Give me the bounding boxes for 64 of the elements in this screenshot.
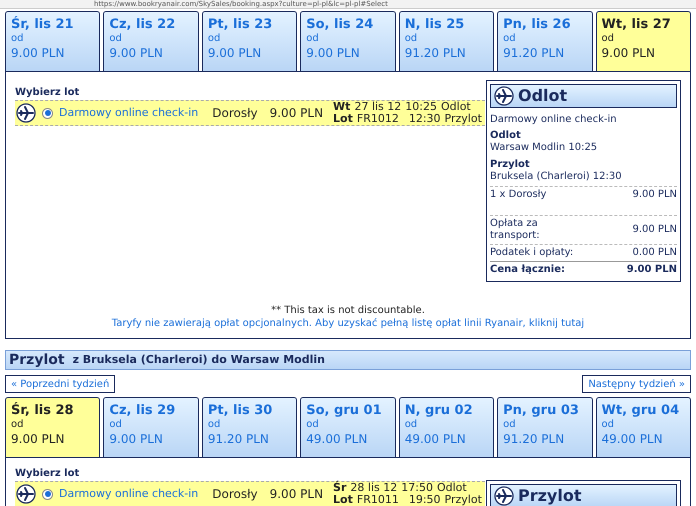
flight-date: 28 lis 12 [350,482,398,494]
date-tab[interactable]: Pt, lis 30 od 91.20 PLN [202,397,298,457]
arrival-info: Bruksela (Charleroi) 12:30 [490,171,623,183]
date-tab[interactable]: So, lis 24 od 9.00 PLN [300,11,396,71]
price-value: 9.00 PLN [632,224,677,236]
fare-price: 9.00 PLN [270,105,324,122]
flight-row[interactable]: Darmowy online check-in Dorosły 9.00 PLN Wt 27 lis 12 10:25 Odlot Lot FR1012 12:30 Przylot [15,100,485,126]
fare-name: Darmowy online check-in [59,104,198,121]
select-flight-label: Wybierz lot [15,467,80,481]
date-tab[interactable]: Cz, lis 22 od 9.00 PLN [103,11,199,71]
price-value: 9.00 PLN [626,264,677,276]
date-tab[interactable]: Pt, lis 23 od 9.00 PLN [202,11,298,71]
summary-fare: Darmowy online check-in [490,114,618,126]
arrival-heading: Przylot [490,159,531,171]
section-title: Przylot [9,350,65,370]
departure-info: Warsaw Modlin 10:25 [490,142,598,154]
summary-title: Odlot [518,90,568,102]
flight-row[interactable]: Darmowy online check-in Dorosły 9.00 PLN Śr 28 lis 12 17:50 Odlot Lot FR1011 19:50 Przylot [15,481,485,506]
date-tab[interactable]: So, gru 01 od 49.00 PLN [300,397,396,457]
day-label: Śr [333,482,346,494]
departure-time: 10:25 [405,101,437,113]
arrival-time: 12:30 [408,113,441,125]
price-label: Opłata za transport: [490,218,541,242]
date-tab[interactable]: Pn, gru 03 od 91.20 PLN [497,397,593,457]
date-tab[interactable]: Śr, lis 28 od 9.00 PLN [5,397,100,457]
flight-label: Lot [333,494,353,506]
arrival-label: Przylot [444,494,482,506]
date-tab[interactable]: Śr, lis 21 od 9.00 PLN [5,11,100,71]
fare-price: 9.00 PLN [270,486,324,503]
flight-number: FR1011 [356,494,399,506]
flight-number: FR1012 [356,113,399,125]
select-flight-label: Wybierz lot [15,86,80,100]
date-tab[interactable]: N, lis 25 od 91.20 PLN [398,11,494,71]
fees-link[interactable]: Taryfy nie zawierają opłat opcjonalnych. Aby uzyskać pełną listę opłat linii Ryanair, kliknij tutaj [112,317,584,330]
date-tab[interactable]: Wt, lis 27 od 9.00 PLN [596,11,691,71]
route-text: z Bruksela (Charleroi) do Warsaw Modlin [72,352,325,368]
date-tab[interactable]: Pn, lis 26 od 91.20 PLN [497,11,593,71]
departure-label: Odlot [436,482,467,494]
price-label: Cena łącznie: [490,264,566,276]
price-value: 0.00 PLN [632,247,677,259]
departure-time: 17:50 [401,482,433,494]
price-label: Podatek i opłaty: [490,247,574,259]
day-label: Wt [333,101,350,113]
fare-name: Darmowy online check-in [59,486,198,502]
price-label: 1 x Dorosły [490,189,546,201]
date-tab[interactable]: Wt, gru 04 od 49.00 PLN [596,397,691,457]
date-tab[interactable]: N, gru 02 od 49.00 PLN [398,397,494,457]
tax-note: ** This tax is not discountable. [271,304,425,317]
airplane-icon [16,103,36,123]
departure-heading: Odlot [490,130,522,142]
arrival-time: 19:50 [408,494,441,506]
price-value: 9.00 PLN [632,189,677,201]
previous-week-button[interactable]: « Poprzedni tydzień [5,375,116,393]
passenger-type: Dorosły [212,486,258,503]
summary-title: Przylot [518,485,582,506]
radio-button[interactable] [42,488,53,500]
passenger-type: Dorosły [212,105,258,122]
departure-label: Odlot [441,101,471,113]
flight-label: Lot [333,113,353,125]
date-tab[interactable]: Cz, lis 29 od 9.00 PLN [103,397,199,457]
radio-button[interactable] [42,108,53,118]
flight-date: 27 lis 12 [354,101,402,113]
next-week-button[interactable]: Następny tydzień » [582,375,691,393]
arrival-label: Przylot [444,113,482,125]
